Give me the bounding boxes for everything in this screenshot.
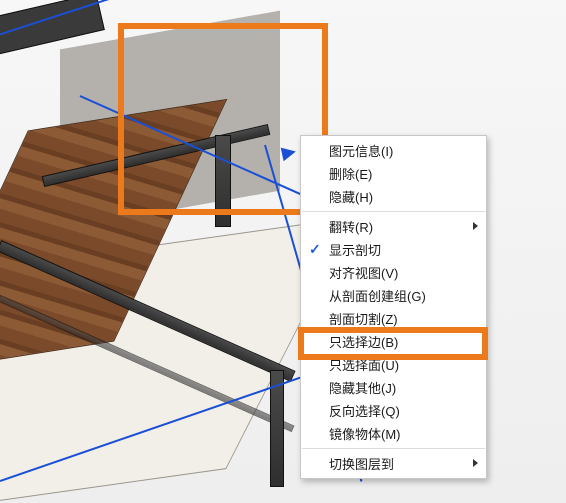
menu-item-label: 对齐视图(V) bbox=[329, 263, 398, 282]
menu-item-label: 镜像物体(M) bbox=[329, 424, 401, 443]
menu-switch-layer[interactable]: 切换图层到 bbox=[301, 452, 486, 475]
menu-item-label: 图元信息(I) bbox=[329, 141, 393, 160]
menu-mirror[interactable]: 镜像物体(M) bbox=[301, 422, 486, 445]
menu-item-label: 隐藏其他(J) bbox=[329, 378, 396, 397]
submenu-arrow-icon bbox=[473, 459, 478, 467]
menu-entity-info[interactable]: 图元信息(I) bbox=[301, 139, 486, 162]
menu-item-label: 从剖面创建组(G) bbox=[329, 286, 426, 305]
annotation-highlight-top bbox=[118, 23, 328, 215]
menu-item-label: 删除(E) bbox=[329, 164, 372, 183]
menu-align-view[interactable]: 对齐视图(V) bbox=[301, 261, 486, 284]
menu-show-section[interactable]: ✓ 显示剖切 bbox=[301, 238, 486, 261]
menu-item-label: 反向选择(Q) bbox=[329, 401, 400, 420]
check-icon: ✓ bbox=[309, 241, 321, 258]
menu-separator bbox=[302, 211, 485, 212]
menu-flip[interactable]: 翻转(R) bbox=[301, 215, 486, 238]
menu-item-label: 切换图层到 bbox=[329, 454, 394, 473]
menu-item-label: 剖面切割(Z) bbox=[329, 309, 398, 328]
menu-delete[interactable]: 删除(E) bbox=[301, 162, 486, 185]
menu-item-label: 翻转(R) bbox=[329, 217, 373, 236]
context-menu: 图元信息(I) 删除(E) 隐藏(H) 翻转(R) ✓ 显示剖切 对齐视图(V)… bbox=[300, 135, 487, 479]
menu-invert-selection[interactable]: 反向选择(Q) bbox=[301, 399, 486, 422]
menu-item-label: 隐藏(H) bbox=[329, 187, 373, 206]
menu-hide[interactable]: 隐藏(H) bbox=[301, 185, 486, 208]
menu-group-from-slice[interactable]: 从剖面创建组(G) bbox=[301, 284, 486, 307]
annotation-highlight-menu bbox=[298, 327, 488, 360]
app-stage: 图元信息(I) 删除(E) 隐藏(H) 翻转(R) ✓ 显示剖切 对齐视图(V)… bbox=[0, 0, 566, 503]
submenu-arrow-icon bbox=[473, 222, 478, 230]
menu-hide-others[interactable]: 隐藏其他(J) bbox=[301, 376, 486, 399]
menu-item-label: 显示剖切 bbox=[329, 240, 381, 259]
menu-separator bbox=[302, 448, 485, 449]
